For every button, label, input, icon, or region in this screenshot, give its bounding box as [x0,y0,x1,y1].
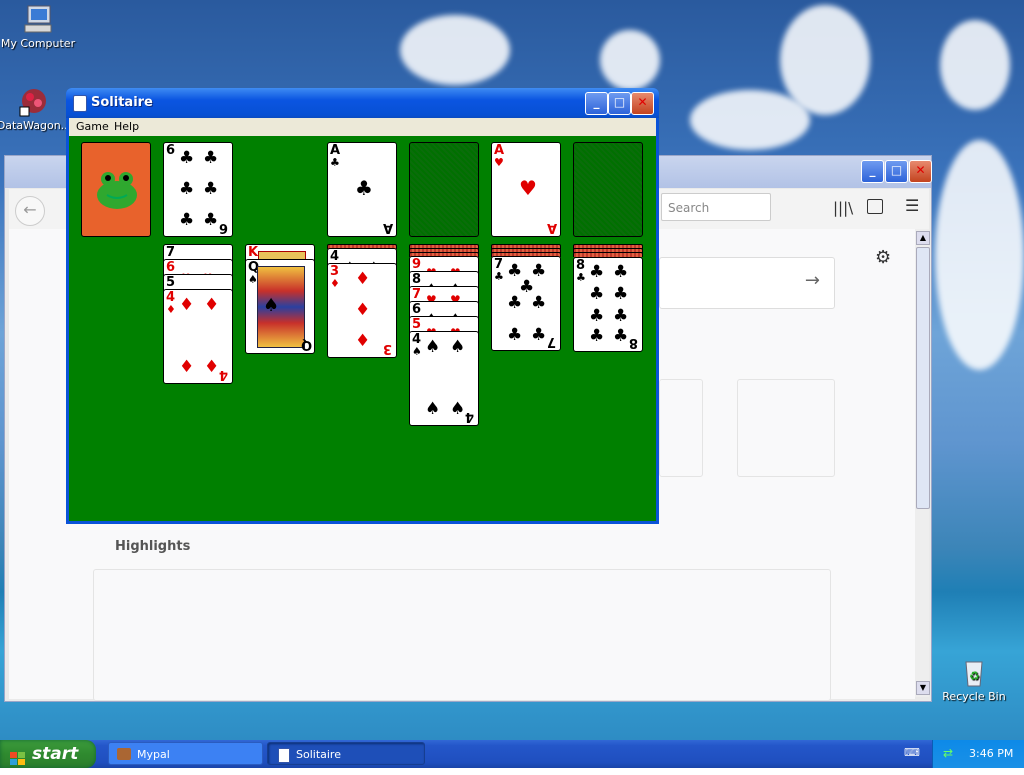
top-site-tile[interactable] [737,379,835,477]
highlights-panel [93,569,831,701]
datawagon-icon [18,85,50,117]
scrollbar[interactable]: ▲ ▼ [915,229,930,697]
recycle-bin-icon: ♻ [958,656,990,688]
windows-logo-icon [10,747,26,765]
card-rank: A [383,220,394,235]
minimize-button[interactable]: _ [861,160,884,183]
game-table: 6 ♣ ♣ ♣ ♣ ♣ ♣ 6 A ♣ ♣ A A ♥ ♥ A 7♠♠ 6♥♥ … [69,136,656,521]
arrow-icon[interactable]: → [805,270,820,291]
close-button[interactable]: ✕ [909,160,932,183]
menu-game[interactable]: Game [76,120,109,133]
solitaire-window: Solitaire _ □ ✕ Game Help 6 ♣ ♣ ♣ ♣ ♣ ♣ … [66,88,659,524]
menu-icon[interactable]: ☰ [905,196,919,215]
menu-help[interactable]: Help [114,120,139,133]
desktop-icon-recycle-bin[interactable]: ♻ Recycle Bin [936,656,1012,703]
heart-pip-icon: ♥ [519,176,537,200]
club-icon: ♣ [330,156,340,169]
tableau-column-6[interactable]: 7 ♣ ♣ ♣ ♣ ♣ ♣ ♣ ♣ 7 [491,244,561,354]
solitaire-app-icon [278,748,290,763]
card-4-diamonds[interactable]: 4 ♦ ♦ ♦ ♦ ♦ 4 [163,289,233,384]
solitaire-app-icon [73,95,87,112]
club-pip-icon: ♣ [203,148,219,168]
start-button[interactable]: start [0,740,96,768]
tableau-column-5[interactable]: 9♥♥ 8♠♠ 7♥♥ 6♠♠ 5♥♥ 4♠ ♠♠ ♠♠ 4 [409,244,479,429]
desktop-icon-datawagon[interactable]: DataWagon... [0,85,72,132]
computer-icon [22,3,54,35]
card-7-clubs[interactable]: 7 ♣ ♣ ♣ ♣ ♣ ♣ ♣ ♣ 7 [491,256,561,351]
taskbar-item-mypal[interactable]: Mypal [108,742,263,765]
gear-icon[interactable]: ⚙ [875,247,891,268]
club-pip-icon: ♣ [203,179,219,199]
frog-icon [97,172,137,209]
task-label: Solitaire [296,748,341,761]
foundation-3[interactable]: A ♥ ♥ A [491,142,561,237]
back-button[interactable]: ← [15,196,45,226]
card-rank: 6 [166,143,176,158]
solitaire-titlebar[interactable]: Solitaire _ □ ✕ [66,88,659,118]
sidebar-icon[interactable] [867,199,883,214]
card-rank: 6 [219,220,229,235]
waste-card[interactable]: 6 ♣ ♣ ♣ ♣ ♣ ♣ 6 [163,142,233,237]
search-box[interactable]: → [659,257,835,309]
task-label: Mypal [137,748,170,761]
heart-icon: ♥ [494,156,504,169]
club-pip-icon: ♣ [179,210,195,230]
tableau-column-3[interactable]: K Q ♠ ♠ Q [245,244,315,354]
desktop-icon-my-computer[interactable]: My Computer [0,3,76,50]
tableau-column-7[interactable]: 8 ♣ ♣ ♣ ♣ ♣ ♣ ♣ ♣ ♣ 8 [573,244,643,359]
svg-text:♻: ♻ [969,669,980,683]
stock-pile[interactable] [81,142,151,237]
maximize-button[interactable]: □ [885,160,908,183]
foundation-4-empty[interactable] [573,142,643,237]
system-tray: ⇄ 3:46 PM [932,740,1024,768]
library-icon[interactable]: |||\ [833,199,853,217]
clock[interactable]: 3:46 PM [969,747,1013,760]
foundation-2-empty[interactable] [409,142,479,237]
desktop-icon-label: DataWagon... [0,119,72,132]
scroll-thumb[interactable] [916,247,930,509]
scroll-down-icon[interactable]: ▼ [916,681,930,695]
close-button[interactable]: ✕ [631,92,654,115]
card-8-clubs[interactable]: 8 ♣ ♣ ♣ ♣ ♣ ♣ ♣ ♣ ♣ 8 [573,257,643,352]
club-pip-icon: ♣ [355,176,373,200]
foundation-1[interactable]: A ♣ ♣ A [327,142,397,237]
desktop-icon-label: Recycle Bin [942,690,1006,703]
keyboard-icon[interactable]: ⌨ [904,746,920,760]
club-pip-icon: ♣ [179,148,195,168]
club-pip-icon: ♣ [203,210,219,230]
start-label: start [32,744,79,764]
card-4-spades[interactable]: 4 ♠ ♠ ♠ ♠ ♠ 4 [409,331,479,426]
card-3-diamonds[interactable]: 3 ♦ ♦ ♦ ♦ 3 [327,263,397,358]
card-rank: A [547,220,558,235]
desktop-icon-label: My Computer [0,37,76,50]
mypal-icon [117,748,131,760]
window-title: Solitaire [91,95,153,110]
club-pip-icon: ♣ [179,179,195,199]
tableau-column-4[interactable]: 4♠♠ 3♦ ♦♦♦ 3 [327,244,397,362]
taskbar-item-solitaire[interactable]: Solitaire [267,742,425,765]
highlights-heading: Highlights [115,539,191,554]
queen-face-image: ♠ [257,266,305,348]
maximize-button[interactable]: □ [608,92,631,115]
network-icon[interactable]: ⇄ [943,746,957,760]
tableau-column-2[interactable]: 7♠♠ 6♥♥ 5♠♠ 4♦ ♦♦ ♦♦ 4 [163,244,233,389]
card-queen-spades[interactable]: Q ♠ ♠ Q [245,259,315,354]
scroll-up-icon[interactable]: ▲ [916,231,930,245]
minimize-button[interactable]: _ [585,92,608,115]
search-input[interactable]: Search [661,193,771,221]
top-site-tile[interactable] [659,379,703,477]
menu-bar: Game Help [69,118,656,136]
